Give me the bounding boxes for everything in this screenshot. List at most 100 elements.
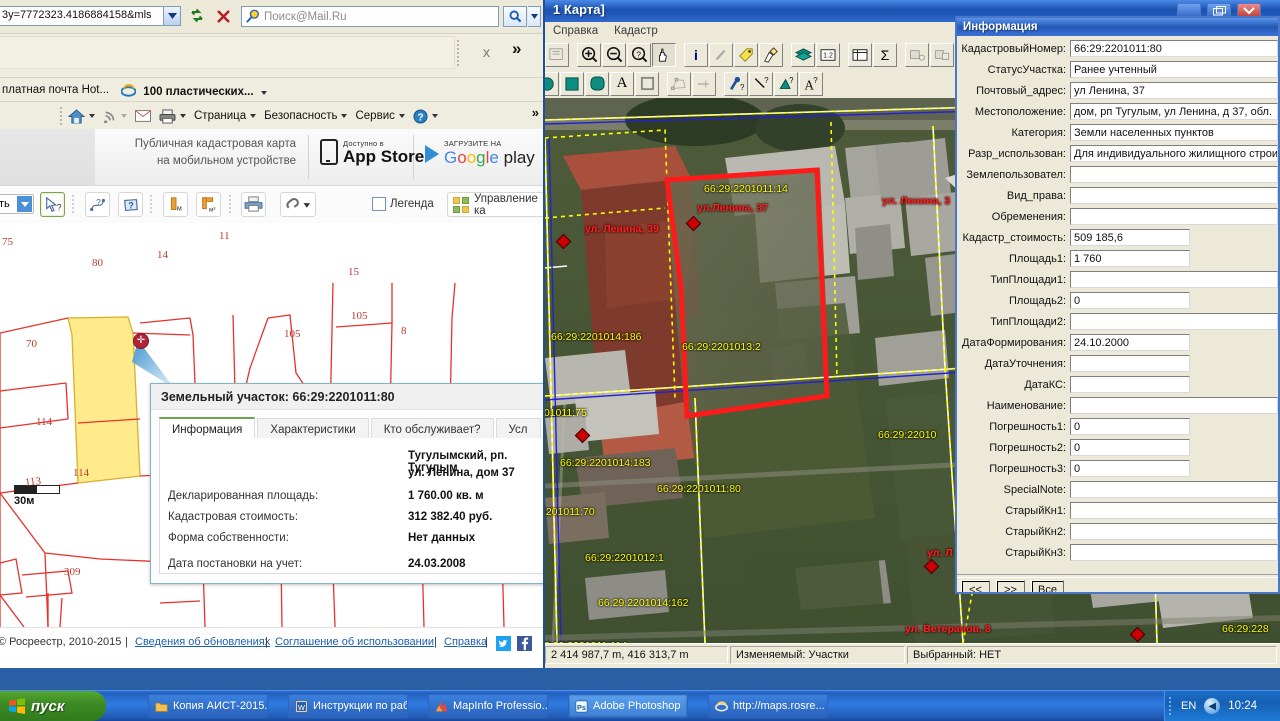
search-icon[interactable]	[503, 6, 527, 27]
field-naimenovanie[interactable]	[1070, 397, 1278, 414]
next-record-button[interactable]: >>	[996, 580, 1025, 592]
ruler-tool-button[interactable]	[709, 42, 733, 67]
taskbar-item-word-doc[interactable]: W Инструкции по раб...	[288, 694, 408, 718]
link-icon[interactable]	[280, 192, 316, 217]
print-chevron-icon[interactable]	[180, 114, 186, 118]
chevron-down-icon[interactable]	[17, 196, 32, 212]
volume-icon[interactable]: ◀	[1204, 698, 1221, 714]
frame-tool-button[interactable]	[635, 71, 659, 96]
stop-icon[interactable]	[212, 5, 234, 27]
chevron-down-icon[interactable]	[398, 114, 405, 118]
favorite-item-2[interactable]: 100 пластических...	[109, 83, 267, 98]
cursor-question-icon[interactable]: ?	[40, 192, 65, 217]
field-ploshchad2[interactable]: 0	[1070, 292, 1190, 309]
info-tool-button[interactable]: i	[684, 42, 708, 67]
refresh-icon[interactable]	[186, 5, 208, 27]
field-obremeneniya[interactable]	[1070, 208, 1278, 225]
start-button[interactable]: пуск	[0, 691, 106, 721]
clock[interactable]: 10:24	[1228, 700, 1257, 712]
manage-map-button[interactable]: Управление ка	[447, 192, 545, 217]
address-input[interactable]: 3y=7772323.4186884158&mls	[0, 6, 181, 26]
rss-icon[interactable]	[99, 105, 131, 127]
field-vid-prava[interactable]	[1070, 187, 1278, 204]
rss-chevron-icon[interactable]	[121, 114, 127, 118]
chevron-down-icon[interactable]	[260, 90, 267, 95]
field-data-utochneniya[interactable]	[1070, 355, 1190, 372]
language-indicator[interactable]: EN	[1181, 700, 1196, 712]
field-kadastr-stoimost[interactable]: 509 185,6	[1070, 229, 1190, 246]
field-zemlepolzovatel[interactable]	[1070, 166, 1278, 183]
menu-security[interactable]: Безопасность	[260, 105, 351, 127]
polygon-question-icon[interactable]: ?	[118, 192, 143, 217]
chevron-down-icon[interactable]	[341, 114, 348, 118]
text-tool-button[interactable]: A	[610, 71, 634, 96]
curve-question-icon[interactable]: ?	[85, 192, 110, 217]
facebook-icon[interactable]	[517, 636, 532, 651]
ruler-m2-icon[interactable]: м²	[196, 192, 221, 217]
link-updates[interactable]: Сведения об обновлениях	[135, 636, 270, 648]
field-data-formirovaniya[interactable]: 24.10.2000	[1070, 334, 1190, 351]
label-tool-button[interactable]	[734, 42, 758, 67]
pan-hand-button[interactable]	[652, 42, 676, 67]
chevron-down-icon[interactable]	[163, 6, 181, 26]
zoom-in-button[interactable]	[577, 42, 601, 67]
chevron-down-icon[interactable]	[431, 114, 438, 118]
drag-window-button[interactable]	[759, 42, 783, 67]
field-staryi-kn2[interactable]	[1070, 523, 1278, 540]
field-tip-ploshchadi2[interactable]	[1070, 313, 1278, 330]
symbol-style-button[interactable]: ?	[724, 71, 748, 96]
field-kadastrovyi-nomer[interactable]: 66:29:2201011:80	[1070, 40, 1278, 57]
taskbar-item-mapinfo[interactable]: MapInfo Professio...	[428, 694, 548, 718]
command-bar-overflow-icon[interactable]: »	[532, 105, 539, 120]
print-icon[interactable]	[155, 105, 190, 127]
dialog-titlebar[interactable]: Информация	[957, 18, 1278, 36]
clone-view-button[interactable]: 1.2	[816, 42, 840, 67]
menu-spravka[interactable]: Справка	[545, 25, 606, 37]
statistics-button[interactable]: Σ	[873, 42, 897, 67]
layer-control-button[interactable]	[545, 42, 569, 67]
close-tab-glyph[interactable]: x	[483, 44, 490, 60]
field-pogreshnost3[interactable]: 0	[1070, 460, 1190, 477]
polygon-tool-button[interactable]	[667, 71, 691, 96]
field-pochtovyi-adres[interactable]: ул Ленина, 37	[1070, 82, 1278, 99]
line-style-button[interactable]: ?	[749, 71, 773, 96]
app-store-badge[interactable]: Доступно в App Store	[320, 139, 424, 165]
field-data-ks[interactable]	[1070, 376, 1190, 393]
help-icon[interactable]: ?	[409, 105, 442, 127]
field-ploshchad1[interactable]: 1 760	[1070, 250, 1190, 267]
sql-select-button[interactable]	[905, 42, 929, 67]
select-all-button[interactable]	[930, 42, 954, 67]
double-chevron-right-icon[interactable]: »	[512, 39, 521, 59]
favorite-item-1[interactable]: платная почта Hot...	[0, 84, 109, 96]
field-mestopolozhenie[interactable]: дом, рп Тугулым, ул Ленина, д 37, обл.	[1070, 103, 1278, 120]
field-status-uchastka[interactable]: Ранее учтенный	[1070, 61, 1278, 78]
add-node-button[interactable]	[692, 71, 716, 96]
region-style-button[interactable]: ?	[774, 71, 798, 96]
field-kategoriya[interactable]: Земли населенных пунктов	[1070, 124, 1278, 141]
taskbar-item-photoshop[interactable]: Ps Adobe Photoshop	[568, 694, 688, 718]
field-tip-ploshchadi1[interactable]	[1070, 271, 1278, 288]
ruler-m-icon[interactable]: м	[163, 192, 188, 217]
taskbar-item-browser[interactable]: http://maps.rosre...	[708, 694, 828, 718]
field-staryi-kn3[interactable]	[1070, 544, 1278, 561]
google-play-badge[interactable]: ЗАГРУЗИТЕ НА Google play	[425, 139, 535, 168]
taskbar-item-folder[interactable]: Копия АИСТ-2015...	[148, 694, 268, 718]
zoom-out-button[interactable]	[602, 42, 626, 67]
rounded-rect-button[interactable]	[585, 71, 609, 96]
ellipse-tool-button[interactable]	[545, 71, 559, 96]
printer-icon[interactable]	[241, 192, 266, 217]
zoom-query-button[interactable]: ?	[627, 42, 651, 67]
menu-service[interactable]: Сервис	[351, 105, 408, 127]
chevron-down-icon[interactable]	[250, 114, 257, 118]
link-terms[interactable]: Соглашение об использовании	[275, 636, 434, 648]
legend-checkbox[interactable]: Легенда	[372, 197, 434, 211]
menu-kadastr[interactable]: Кадастр	[606, 25, 666, 37]
new-browser-button[interactable]	[848, 42, 872, 67]
layer-select[interactable]: ть	[0, 194, 34, 214]
field-staryi-kn1[interactable]	[1070, 502, 1278, 519]
all-records-button[interactable]: Все	[1031, 580, 1064, 592]
field-pogreshnost1[interactable]: 0	[1070, 418, 1190, 435]
mail-icon[interactable]	[131, 105, 155, 127]
field-pogreshnost2[interactable]: 0	[1070, 439, 1190, 456]
selected-parcel-marker[interactable]: ✛	[133, 333, 149, 349]
